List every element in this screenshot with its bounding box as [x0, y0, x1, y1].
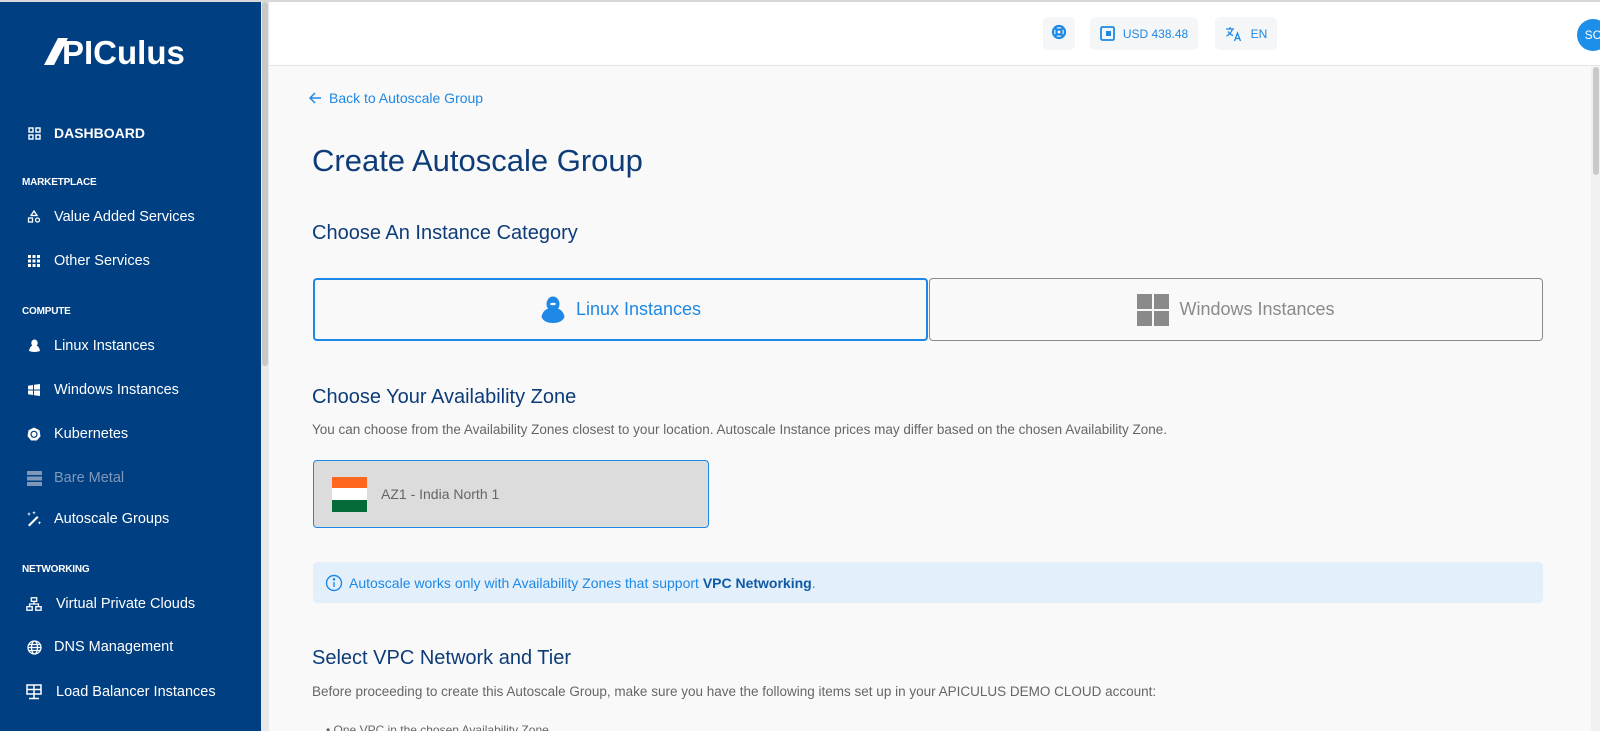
info-icon — [325, 574, 343, 591]
windows-instances-option[interactable]: Windows Instances — [929, 278, 1543, 341]
main-scrollbar-thumb[interactable] — [1593, 67, 1599, 175]
vpc-networking-link[interactable]: VPC Networking — [703, 575, 812, 591]
info-text: Autoscale works only with Availability Z… — [349, 574, 699, 591]
availability-zone-label: AZ1 - India North 1 — [381, 486, 500, 502]
wallet-balance-button[interactable]: USD 438.48 — [1090, 17, 1198, 50]
linux-icon — [26, 338, 42, 354]
vpc-requirement-item: • One VPC in the chosen Availability Zon… — [326, 723, 549, 731]
info-suffix: . — [811, 574, 816, 591]
linux-instances-option[interactable]: Linux Instances — [313, 278, 928, 341]
sidebar-item-autoscale-groups[interactable]: Autoscale Groups — [26, 508, 169, 530]
translate-icon — [1225, 26, 1243, 42]
sidebar-item-label: DASHBOARD — [54, 125, 145, 141]
sidebar-item-windows-instances[interactable]: Windows Instances — [26, 379, 179, 401]
load-balancer-icon — [26, 684, 42, 700]
sidebar-item-label: Kubernetes — [54, 426, 129, 442]
back-link-label: Back to Autoscale Group — [329, 90, 484, 106]
logo-text: PICulus — [62, 34, 185, 68]
linux-option-label: Linux Instances — [575, 299, 702, 319]
sidebar-item-virtual-private-clouds[interactable]: Virtual Private Clouds — [26, 593, 195, 615]
grid-icon — [26, 253, 42, 269]
kubernetes-icon — [26, 426, 42, 442]
sidebar-section-networking: NETWORKING — [22, 564, 90, 575]
magic-wand-icon — [26, 511, 42, 527]
windows-option-label: Windows Instances — [1179, 299, 1335, 319]
sidebar-item-other-services[interactable]: Other Services — [26, 250, 150, 272]
sidebar-item-dns-management[interactable]: DNS Management — [26, 636, 173, 658]
sidebar-item-label: Virtual Private Clouds — [56, 596, 196, 612]
shapes-icon — [26, 209, 42, 225]
availability-zone-description: You can choose from the Availability Zon… — [312, 422, 1168, 437]
vpc-section-title: Select VPC Network and Tier — [312, 647, 571, 669]
wallet-icon — [1099, 26, 1115, 41]
windows-icon — [26, 382, 42, 398]
sidebar-item-label: Linux Instances — [54, 338, 155, 354]
window-top-border — [0, 0, 1600, 2]
sidebar-item-kubernetes[interactable]: Kubernetes — [26, 423, 128, 445]
sidebar-section-compute: COMPUTE — [22, 306, 71, 317]
arrow-left-icon — [309, 92, 321, 104]
vpc-info-alert: Autoscale works only with Availability Z… — [313, 562, 1543, 603]
sidebar-item-label: Bare Metal — [54, 470, 125, 486]
sidebar-section-marketplace: MARKETPLACE — [22, 177, 97, 188]
balance-amount: USD 438.48 — [1122, 26, 1189, 41]
sidebar-item-load-balancer-instances[interactable]: Load Balancer Instances — [26, 681, 216, 703]
sidebar-item-label: Other Services — [54, 253, 150, 269]
sidebar-item-label: Value Added Services — [54, 209, 195, 225]
language-label: EN — [1250, 26, 1268, 41]
sidebar: PICulus DASHBOARD MARKETPLACE Value Adde… — [0, 2, 261, 731]
support-button[interactable] — [1043, 17, 1075, 50]
back-to-autoscale-group-link[interactable]: Back to Autoscale Group — [309, 90, 483, 106]
sidebar-item-linux-instances[interactable]: Linux Instances — [26, 335, 155, 357]
network-icon — [26, 596, 42, 612]
instance-category-title: Choose An Instance Category — [312, 222, 578, 244]
sidebar-item-label: Windows Instances — [54, 382, 179, 398]
lifebuoy-icon — [1051, 24, 1067, 43]
sidebar-item-label: Autoscale Groups — [54, 511, 170, 527]
page-title: Create Autoscale Group — [312, 143, 643, 178]
server-icon — [26, 470, 42, 486]
sidebar-item-dashboard[interactable]: DASHBOARD — [26, 122, 145, 144]
sidebar-item-value-added-services[interactable]: Value Added Services — [26, 206, 195, 228]
sidebar-item-label: Load Balancer Instances — [56, 684, 216, 700]
india-flag-icon — [332, 476, 367, 512]
vpc-requirement-text: One VPC in the chosen Availability Zone — [333, 723, 549, 731]
dashboard-icon — [26, 125, 42, 141]
globe-icon — [26, 639, 42, 655]
sidebar-item-label: DNS Management — [54, 639, 174, 655]
user-avatar[interactable]: SC — [1577, 19, 1600, 51]
linux-icon — [541, 296, 565, 323]
vpc-section-description: Before proceeding to create this Autosca… — [312, 684, 1157, 699]
availability-zone-title: Choose Your Availability Zone — [312, 386, 577, 408]
sidebar-item-bare-metal: Bare Metal — [26, 467, 124, 489]
sidebar-scrollbar-thumb[interactable] — [262, 2, 268, 366]
availability-zone-option[interactable]: AZ1 - India North 1 — [313, 460, 709, 528]
windows-icon — [1137, 293, 1170, 326]
language-button[interactable]: EN — [1215, 17, 1277, 50]
apiculus-logo[interactable]: PICulus — [44, 32, 214, 73]
top-header: USD 438.48 EN SC ADC-R337 Surjeet Chauha… — [270, 2, 1600, 66]
